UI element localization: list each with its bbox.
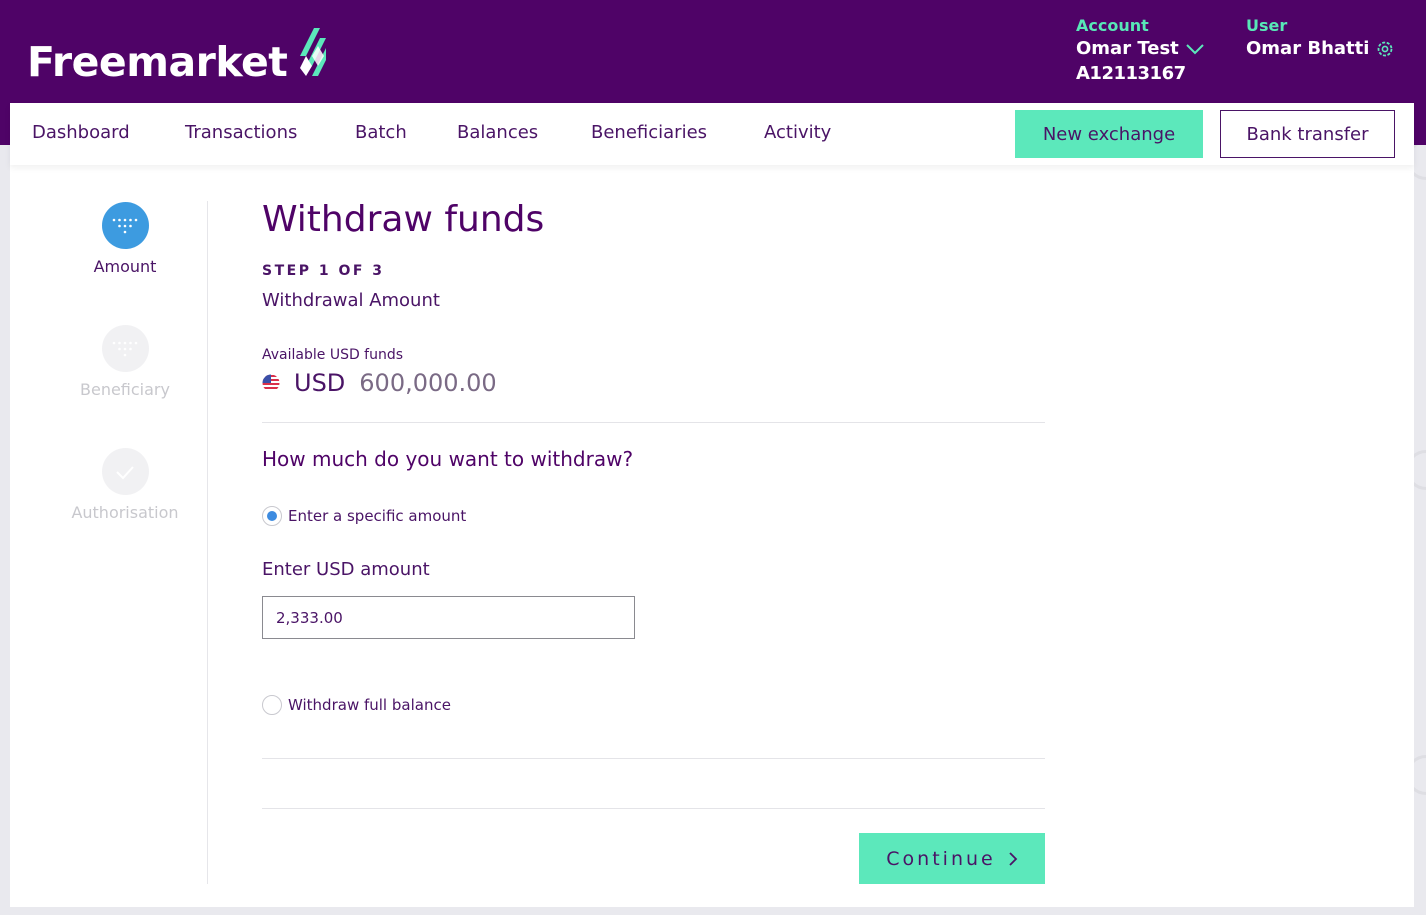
checkmark-icon <box>116 465 134 479</box>
keypad-icon <box>112 341 138 356</box>
continue-button[interactable]: Continue <box>859 833 1045 884</box>
radio-label-full: Withdraw full balance <box>288 696 451 714</box>
step-circle-active <box>101 202 149 249</box>
step-count: STEP 1 OF 3 <box>262 263 385 279</box>
freemarket-mark-icon <box>300 28 326 76</box>
account-label: Account <box>1076 16 1149 35</box>
nav-balances[interactable]: Balances <box>457 122 538 143</box>
step-name: Withdrawal Amount <box>262 290 440 311</box>
amount-input[interactable] <box>262 596 635 639</box>
account-id: A12113167 <box>1076 63 1186 84</box>
user-label: User <box>1246 16 1288 35</box>
step-authorisation: Authorisation <box>45 448 205 522</box>
radio-button-selected[interactable] <box>262 506 282 526</box>
divider <box>262 422 1045 423</box>
currency-code: USD <box>294 369 346 397</box>
account-switcher[interactable]: Account Omar Test A12113167 <box>1076 16 1205 84</box>
nav-transactions[interactable]: Transactions <box>185 122 297 143</box>
gear-icon[interactable] <box>1375 39 1395 59</box>
available-funds-label: Available USD funds <box>262 347 404 363</box>
nav-activity[interactable]: Activity <box>764 122 831 143</box>
step-label-authorisation: Authorisation <box>71 503 179 522</box>
divider <box>262 808 1045 809</box>
nav-batch[interactable]: Batch <box>355 122 407 143</box>
radio-full-balance[interactable]: Withdraw full balance <box>262 695 451 715</box>
step-label-amount: Amount <box>93 257 157 276</box>
amount-label: Enter USD amount <box>262 559 430 580</box>
step-circle-pending <box>101 325 149 372</box>
main-panel: Dashboard Transactions Batch Balances Be… <box>10 103 1414 907</box>
brand-logo[interactable]: Freemarket <box>27 38 288 86</box>
page-title: Withdraw funds <box>262 199 545 240</box>
step-amount: Amount <box>45 202 205 276</box>
radio-specific-amount[interactable]: Enter a specific amount <box>262 506 466 526</box>
continue-label: Continue <box>886 847 996 870</box>
radio-button-unselected[interactable] <box>262 695 282 715</box>
withdraw-question: How much do you want to withdraw? <box>262 447 634 471</box>
nav-dashboard[interactable]: Dashboard <box>32 122 130 143</box>
us-flag-icon <box>262 374 280 392</box>
user-name: Omar Bhatti <box>1246 38 1370 59</box>
available-amount: 600,000.00 <box>359 369 497 397</box>
new-exchange-button[interactable]: New exchange <box>1015 110 1203 158</box>
keypad-icon <box>112 218 138 233</box>
step-beneficiary: Beneficiary <box>45 325 205 399</box>
step-circle-pending <box>101 448 149 495</box>
main-nav: Dashboard Transactions Batch Balances Be… <box>10 103 1414 165</box>
step-label-beneficiary: Beneficiary <box>80 380 170 399</box>
user-menu[interactable]: User Omar Bhatti <box>1246 16 1395 59</box>
stepper-divider <box>207 201 208 884</box>
chevron-down-icon[interactable] <box>1185 43 1205 55</box>
account-name: Omar Test <box>1076 38 1179 59</box>
nav-beneficiaries[interactable]: Beneficiaries <box>591 122 707 143</box>
chevron-right-icon <box>1009 851 1017 866</box>
radio-label-specific: Enter a specific amount <box>288 507 467 525</box>
divider <box>262 758 1045 759</box>
bank-transfer-button[interactable]: Bank transfer <box>1220 110 1395 158</box>
available-funds: USD 600,000.00 <box>262 369 497 397</box>
